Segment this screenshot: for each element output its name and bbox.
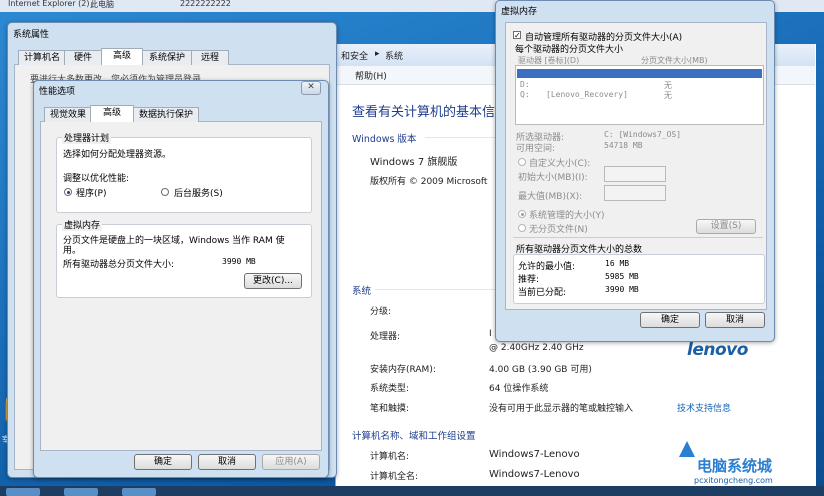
close-icon[interactable]: ✕ xyxy=(301,81,321,95)
recommended-label: 推荐: xyxy=(518,275,540,285)
rating-label: 分级: xyxy=(370,307,392,317)
full-name-label: 计算机全名: xyxy=(370,472,419,482)
cancel-button[interactable]: 取消 xyxy=(198,454,256,470)
current-allocated-label: 当前已分配: xyxy=(518,288,567,298)
processor-group-title: 处理器计划 xyxy=(62,131,112,144)
system-type-label: 系统类型: xyxy=(370,384,410,394)
initial-size-label: 初始大小(MB)(I): xyxy=(518,173,588,183)
programs-radio-label[interactable]: 程序(P) xyxy=(76,186,106,199)
system-section-title: 系统 xyxy=(352,286,372,297)
tab-hardware[interactable]: 硬件 xyxy=(64,50,102,65)
internet-explorer-label[interactable]: Internet Explorer (2) xyxy=(8,0,90,8)
ok-button[interactable]: 确定 xyxy=(134,454,192,470)
free-space-value: 54718 MB xyxy=(604,141,643,150)
breadcrumb-separator: ▸ xyxy=(375,49,380,59)
system-properties-tabs: 计算机名 硬件 高级 系统保护 远程 xyxy=(18,48,328,66)
performance-options-tabs: 视觉效果 高级 数据执行保护 xyxy=(44,105,314,123)
vm-ok-button[interactable]: 确定 xyxy=(640,312,700,328)
ram-value: 4.00 GB (3.90 GB 可用) xyxy=(489,365,592,375)
watermark-text: 电脑系统城 xyxy=(697,457,773,475)
watermark-url: pcxitongcheng.com xyxy=(694,476,773,485)
taskbar-button[interactable] xyxy=(64,488,98,496)
min-allowed-label: 允许的最小值: xyxy=(518,262,576,272)
taskbar-button[interactable] xyxy=(6,488,40,496)
support-info-link[interactable]: 技术支持信息 xyxy=(677,401,731,414)
section-divider xyxy=(513,237,763,238)
max-size-label: 最大值(MB)(X): xyxy=(518,192,583,202)
custom-size-radio[interactable] xyxy=(518,158,526,166)
page-title: 查看有关计算机的基本信 xyxy=(352,105,496,120)
total-paging-value: 3990 MB xyxy=(222,257,256,266)
section-divider xyxy=(425,137,495,138)
watermark-logo-icon xyxy=(678,440,696,458)
selected-drive-value: C: [Windows7_OS] xyxy=(604,130,682,139)
tab-visual-effects[interactable]: 视觉效果 xyxy=(44,107,92,122)
menu-help[interactable]: 帮助(H) xyxy=(355,69,387,82)
tab-computer-name[interactable]: 计算机名 xyxy=(18,50,66,65)
copyright-text: 版权所有 © 2009 Microsoft xyxy=(370,177,488,187)
drive-letter: D: xyxy=(520,80,530,89)
pen-touch-value: 没有可用于此显示器的笔或触控输入 xyxy=(489,404,634,414)
edition-value: Windows 7 旗舰版 xyxy=(370,157,458,168)
system-managed-radio[interactable] xyxy=(518,210,526,218)
background-services-radio-label[interactable]: 后台服务(S) xyxy=(174,186,223,199)
breadcrumb-security[interactable]: 和安全 xyxy=(341,49,368,62)
breadcrumb-system[interactable]: 系统 xyxy=(385,49,403,62)
total-paging-label: 所有驱动器总分页文件大小: xyxy=(63,260,175,270)
no-paging-radio[interactable] xyxy=(518,224,526,232)
processor-label: 处理器: xyxy=(370,332,401,342)
programs-radio[interactable] xyxy=(64,188,72,196)
min-allowed-value: 16 MB xyxy=(605,259,630,268)
system-type-value: 64 位操作系统 xyxy=(489,384,549,394)
virtual-memory-description-cont: 用。 xyxy=(63,246,82,256)
initial-size-input[interactable] xyxy=(604,166,666,182)
virtual-memory-title: 虚拟内存 xyxy=(501,7,538,17)
full-name-value: Windows7-Lenovo xyxy=(489,469,580,480)
computer-name-label: 计算机名: xyxy=(370,452,410,462)
computer-label[interactable]: 此电脑 xyxy=(90,0,114,10)
vm-cancel-button[interactable]: 取消 xyxy=(705,312,765,328)
drive-size: 无 xyxy=(664,91,672,100)
drive-volume-label: [Lenovo_Recovery] xyxy=(546,90,628,99)
pen-touch-label: 笔和触摸: xyxy=(370,404,410,414)
system-managed-label[interactable]: 系统管理的大小(Y) xyxy=(529,208,605,221)
performance-options-title: 性能选项 xyxy=(39,87,76,97)
computer-name-value: Windows7-Lenovo xyxy=(489,449,580,460)
background-services-radio[interactable] xyxy=(161,188,169,196)
computer-name-section-title: 计算机名称、域和工作组设置 xyxy=(352,431,476,442)
max-size-input[interactable] xyxy=(604,185,666,201)
set-button[interactable]: 设置(S) xyxy=(696,219,756,234)
auto-manage-checkbox[interactable]: ✓ xyxy=(513,31,521,40)
processor-value: @ 2.40GHz 2.40 GHz xyxy=(489,343,584,353)
current-allocated-value: 3990 MB xyxy=(605,285,639,294)
optimize-label: 调整以优化性能: xyxy=(63,174,130,184)
free-space-label: 可用空间: xyxy=(516,144,556,154)
number-label: 2222222222 xyxy=(180,0,231,8)
per-drive-label: 每个驱动器的分页文件大小 xyxy=(515,45,624,55)
custom-size-label[interactable]: 自定义大小(C): xyxy=(529,156,590,169)
drive-list-selected-row[interactable] xyxy=(517,69,762,78)
change-button[interactable]: 更改(C)... xyxy=(244,273,302,289)
processor-description: 选择如何分配处理器资源。 xyxy=(63,150,172,160)
ram-label: 安装内存(RAM): xyxy=(370,365,436,375)
taskbar-button[interactable] xyxy=(122,488,156,496)
virtual-memory-description: 分页文件是硬盘上的一块区域，Windows 当作 RAM 使 xyxy=(63,236,285,246)
lenovo-logo: lenovo xyxy=(687,340,748,360)
tab-data-execution-prevention[interactable]: 数据执行保护 xyxy=(133,107,199,122)
no-paging-label[interactable]: 无分页文件(N) xyxy=(529,222,588,235)
tab-advanced[interactable]: 高级 xyxy=(101,48,143,65)
drive-letter: Q: xyxy=(520,90,530,99)
section-divider xyxy=(375,289,495,290)
tab-advanced[interactable]: 高级 xyxy=(90,105,134,122)
virtual-memory-group-title: 虚拟内存 xyxy=(62,218,103,231)
tab-system-protection[interactable]: 系统保护 xyxy=(142,50,192,65)
system-properties-title: 系统属性 xyxy=(13,30,50,40)
recommended-value: 5985 MB xyxy=(605,272,639,281)
edition-section-title: Windows 版本 xyxy=(352,134,417,145)
tab-remote[interactable]: 远程 xyxy=(191,50,229,65)
apply-button[interactable]: 应用(A) xyxy=(262,454,320,470)
drive-list[interactable]: D: 无 Q: [Lenovo_Recovery] 无 xyxy=(515,65,764,125)
